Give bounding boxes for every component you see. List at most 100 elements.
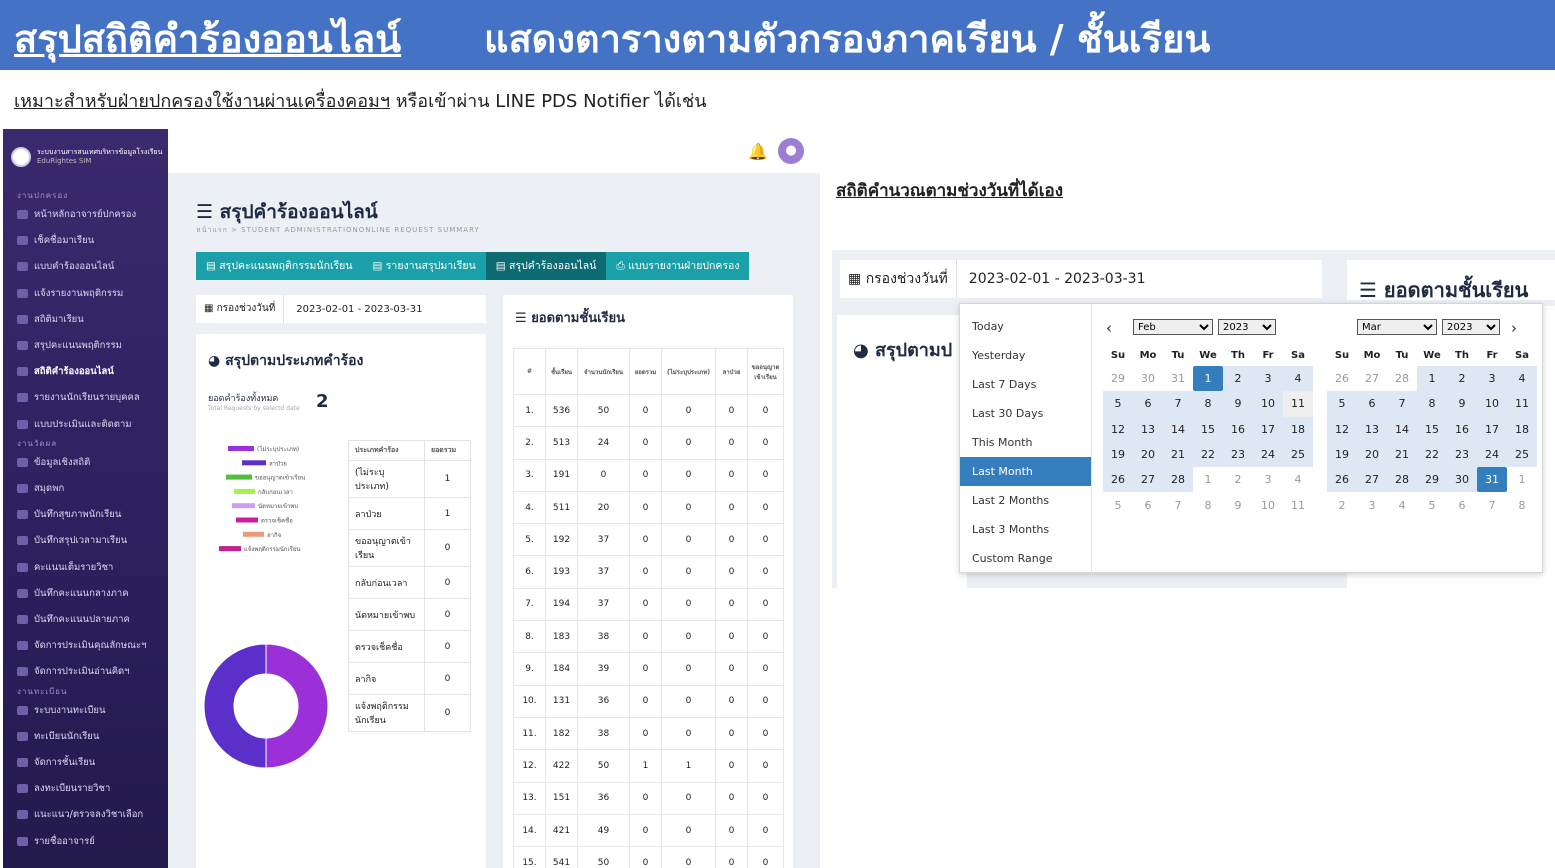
calendar-day[interactable]: 3	[1477, 366, 1507, 392]
calendar-day[interactable]: 1	[1417, 366, 1447, 392]
sidebar-item[interactable]: บันทึกคะแนนปลายภาค	[17, 612, 130, 627]
chevron-right-icon[interactable]: ›	[1511, 319, 1517, 337]
avatar[interactable]: ●	[778, 138, 804, 164]
range-option[interactable]: Last 30 Days	[960, 399, 1091, 428]
calendar-day[interactable]: 25	[1507, 441, 1537, 468]
sidebar-item[interactable]: หน้าหลักอาจารย์ปกครอง	[17, 207, 136, 222]
calendar-day[interactable]: 2	[1447, 366, 1477, 392]
tab-0[interactable]: ▤ สรุปคะแนนพฤติกรรมนักเรียน	[196, 252, 363, 280]
sidebar-item[interactable]: จัดการชั้นเรียน	[17, 755, 95, 770]
calendar-day[interactable]: 9	[1223, 492, 1253, 517]
calendar-day[interactable]: 4	[1283, 467, 1313, 492]
calendar-day[interactable]: 2	[1223, 366, 1253, 392]
calendar-day[interactable]: 5	[1327, 391, 1357, 417]
tab-3[interactable]: ⎙ แบบรายงานฝ่ายปกครอง	[606, 252, 750, 280]
calendar-day[interactable]: 15	[1193, 416, 1223, 442]
calendar-day[interactable]: 6	[1133, 391, 1163, 417]
calendar-day[interactable]: 27	[1133, 467, 1163, 493]
month-select-right[interactable]: Mar	[1357, 319, 1437, 335]
tab-2[interactable]: ▤ สรุปคำร้องออนไลน์	[485, 252, 607, 280]
date-range-filter[interactable]: ▦ กรองช่วงวันที่ 2023-02-01 - 2023-03-31	[196, 295, 486, 323]
calendar-day[interactable]: 5	[1103, 391, 1133, 417]
calendar-day[interactable]: 13	[1357, 416, 1387, 442]
calendar-day[interactable]: 11	[1283, 391, 1313, 417]
calendar-day[interactable]: 26	[1327, 366, 1357, 391]
calendar-day[interactable]: 24	[1253, 441, 1283, 468]
calendar-day[interactable]: 27	[1357, 366, 1387, 391]
calendar-day[interactable]: 2	[1327, 492, 1357, 517]
calendar-day[interactable]: 25	[1283, 441, 1313, 468]
calendar-day[interactable]: 15	[1417, 416, 1447, 442]
year-select-left[interactable]: 2023	[1218, 319, 1276, 335]
sidebar-item[interactable]: แนะแนว/ตรวจลงวิชาเลือก	[17, 807, 143, 822]
calendar-day[interactable]: 7	[1163, 391, 1193, 417]
calendar-day[interactable]: 16	[1447, 416, 1477, 442]
calendar-day[interactable]: 10	[1477, 391, 1507, 417]
range-option[interactable]: Last Month	[960, 457, 1091, 486]
calendar-day[interactable]: 4	[1507, 366, 1537, 392]
calendar-day[interactable]: 7	[1477, 492, 1507, 517]
calendar-day[interactable]: 3	[1253, 366, 1283, 392]
calendar-day[interactable]: 8	[1417, 391, 1447, 417]
sidebar-item[interactable]: รายงานนักเรียนรายบุคคล	[17, 390, 140, 405]
month-select-left[interactable]: Feb	[1133, 319, 1213, 335]
sidebar-item[interactable]: คะแนนเต็มรายวิชา	[17, 560, 113, 575]
calendar-day[interactable]: 18	[1283, 416, 1313, 442]
sidebar-item[interactable]: ข้อมูลเชิงสถิติ	[17, 455, 90, 470]
calendar-day[interactable]: 17	[1253, 416, 1283, 442]
calendar-day[interactable]: 21	[1163, 441, 1193, 468]
calendar-day[interactable]: 4	[1283, 366, 1313, 392]
calendar-day[interactable]: 7	[1163, 492, 1193, 517]
range-option[interactable]: This Month	[960, 428, 1091, 457]
range-option[interactable]: Today	[960, 312, 1091, 341]
calendar-day[interactable]: 2	[1223, 467, 1253, 492]
calendar-day[interactable]: 20	[1133, 441, 1163, 468]
range-option[interactable]: Custom Range	[960, 544, 1091, 573]
calendar-day[interactable]: 27	[1357, 467, 1387, 493]
calendar-day[interactable]: 11	[1507, 391, 1537, 417]
calendar-day[interactable]: 22	[1417, 441, 1447, 468]
calendar-day[interactable]: 4	[1387, 492, 1417, 517]
calendar-day[interactable]: 29	[1103, 366, 1133, 391]
calendar-day[interactable]: 5	[1103, 492, 1133, 517]
calendar-day[interactable]: 18	[1507, 416, 1537, 442]
calendar-day[interactable]: 29	[1417, 467, 1447, 493]
calendar-day[interactable]: 1	[1507, 467, 1537, 492]
calendar-day[interactable]: 13	[1133, 416, 1163, 442]
sidebar-item[interactable]: แบบประเมินและติดตาม	[17, 417, 132, 432]
calendar-day[interactable]: 20	[1357, 441, 1387, 468]
calendar-day[interactable]: 3	[1253, 467, 1283, 492]
sidebar-item[interactable]: รายชื่ออาจารย์	[17, 834, 95, 849]
calendar-day[interactable]: 6	[1447, 492, 1477, 517]
calendar-day[interactable]: 1	[1193, 366, 1223, 392]
calendar-day[interactable]: 12	[1103, 416, 1133, 442]
range-option[interactable]: Yesterday	[960, 341, 1091, 370]
tab-1[interactable]: ▤ รายงานสรุปมาเรียน	[362, 252, 486, 280]
sidebar-item[interactable]: เช็คชื่อมาเรียน	[17, 233, 94, 248]
calendar-day[interactable]: 28	[1387, 467, 1417, 493]
calendar-day[interactable]: 6	[1133, 492, 1163, 517]
bell-icon[interactable]: 🔔	[748, 142, 768, 161]
calendar-day[interactable]: 31	[1163, 366, 1193, 391]
calendar-day[interactable]: 17	[1477, 416, 1507, 442]
calendar-day[interactable]: 10	[1253, 391, 1283, 417]
sidebar-item[interactable]: แจ้งรายงานพฤติกรรม	[17, 286, 123, 301]
calendar-day[interactable]: 19	[1327, 441, 1357, 468]
calendar-day[interactable]: 7	[1387, 391, 1417, 417]
sidebar-item[interactable]: ลงทะเบียนรายวิชา	[17, 781, 110, 796]
date-range-filter-zoom[interactable]: ▦ กรองช่วงวันที่ 2023-02-01 - 2023-03-31	[840, 260, 1322, 298]
calendar-day[interactable]: 21	[1387, 441, 1417, 468]
sidebar-item[interactable]: สมุดพก	[17, 481, 64, 496]
calendar-day[interactable]: 26	[1103, 467, 1133, 493]
range-option[interactable]: Last 7 Days	[960, 370, 1091, 399]
chevron-left-icon[interactable]: ‹	[1106, 319, 1112, 337]
calendar-day[interactable]: 8	[1193, 492, 1223, 517]
calendar-day[interactable]: 3	[1357, 492, 1387, 517]
calendar-day[interactable]: 10	[1253, 492, 1283, 517]
sidebar-item[interactable]: บันทึกสรุปเวลามาเรียน	[17, 533, 127, 548]
calendar-day[interactable]: 28	[1163, 467, 1193, 493]
calendar-day[interactable]: 1	[1193, 467, 1223, 492]
calendar-day[interactable]: 8	[1193, 391, 1223, 417]
calendar-day[interactable]: 19	[1103, 441, 1133, 468]
sidebar-item[interactable]: แบบคำร้องออนไลน์	[17, 259, 114, 274]
